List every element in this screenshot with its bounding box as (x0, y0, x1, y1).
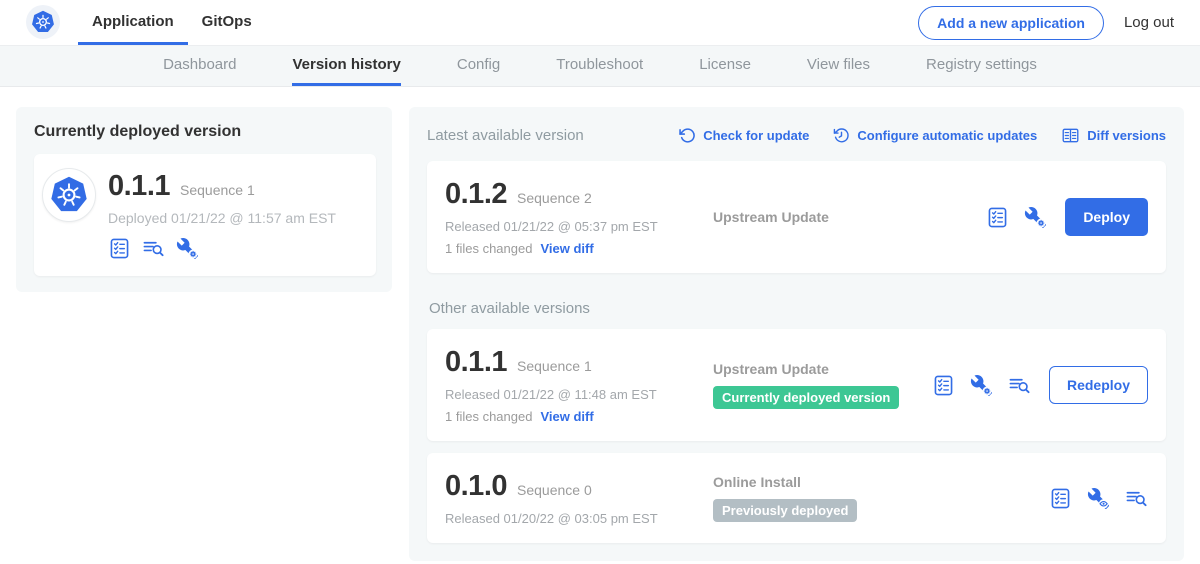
subnav-tab-view-files[interactable]: View files (807, 46, 870, 86)
add-application-button[interactable]: Add a new application (918, 6, 1104, 40)
currently-deployed-badge: Currently deployed version (713, 386, 899, 409)
tab-application[interactable]: Application (78, 0, 188, 45)
subnav-tab-license[interactable]: License (699, 46, 751, 86)
refresh-icon (679, 127, 696, 144)
released-timestamp: Released 01/20/22 @ 03:05 pm EST (445, 511, 697, 526)
deploy-logs-icon[interactable] (142, 237, 165, 260)
logout-link[interactable]: Log out (1124, 14, 1174, 31)
diff-versions-label: Diff versions (1087, 128, 1166, 143)
config-gear-icon[interactable] (970, 374, 993, 397)
schedule-update-icon (833, 127, 850, 144)
other-versions-heading: Other available versions (429, 300, 1166, 317)
deployed-version-card: 0.1.1 Sequence 1 Deployed 01/21/22 @ 11:… (34, 154, 376, 276)
top-navbar: Application GitOps Add a new application… (0, 0, 1200, 46)
redeploy-button[interactable]: Redeploy (1049, 366, 1148, 404)
source-label: Online Install (713, 474, 1049, 490)
deploy-logs-icon[interactable] (1125, 487, 1148, 510)
files-changed-row: 1 files changed View diff (445, 409, 697, 424)
deployed-sequence-label: Sequence 1 (180, 182, 255, 198)
check-for-update-link[interactable]: Check for update (679, 127, 809, 144)
view-diff-link[interactable]: View diff (540, 409, 593, 424)
subnav-tab-troubleshoot[interactable]: Troubleshoot (556, 46, 643, 86)
subnav-tab-registry-settings[interactable]: Registry settings (926, 46, 1037, 86)
version-info: 0.1.2 Sequence 2 Released 01/21/22 @ 05:… (445, 178, 697, 256)
diff-icon (1061, 126, 1080, 145)
source-label: Upstream Update (713, 361, 932, 377)
configure-automatic-updates-label: Configure automatic updates (857, 128, 1037, 143)
version-info: 0.1.0 Sequence 0 Released 01/20/22 @ 03:… (445, 470, 697, 526)
subnav-tab-config[interactable]: Config (457, 46, 500, 86)
sequence-label: Sequence 0 (517, 482, 592, 498)
version-history-panel: Latest available version Check for updat… (409, 107, 1184, 561)
deployed-version-number: 0.1.1 (108, 170, 170, 203)
currently-deployed-title: Currently deployed version (34, 123, 376, 141)
top-tabs: Application GitOps (78, 0, 266, 45)
configure-automatic-updates-link[interactable]: Configure automatic updates (833, 127, 1037, 144)
preflight-checks-icon[interactable] (932, 374, 955, 397)
version-actions: Check for update Configure automatic upd… (679, 126, 1166, 145)
version-card-0-1-0: 0.1.0 Sequence 0 Released 01/20/22 @ 03:… (427, 453, 1166, 543)
version-actions-group (1049, 487, 1148, 510)
sequence-label: Sequence 1 (517, 358, 592, 374)
version-card-0-1-1: 0.1.1 Sequence 1 Released 01/21/22 @ 11:… (427, 329, 1166, 441)
app-subnav: Dashboard Version history Config Trouble… (0, 46, 1200, 87)
files-changed-label: 1 files changed (445, 241, 532, 256)
previously-deployed-badge: Previously deployed (713, 499, 857, 522)
kubernetes-logo[interactable] (26, 5, 60, 39)
deploy-button[interactable]: Deploy (1065, 198, 1148, 236)
preflight-checks-icon[interactable] (108, 237, 131, 260)
subnav-tab-dashboard[interactable]: Dashboard (163, 46, 236, 86)
version-actions-group: Redeploy (932, 366, 1148, 404)
preflight-checks-icon[interactable] (1049, 487, 1072, 510)
deployed-timestamp: Deployed 01/21/22 @ 11:57 am EST (108, 210, 336, 226)
kubernetes-logo-icon (30, 9, 56, 35)
diff-versions-link[interactable]: Diff versions (1061, 126, 1166, 145)
check-for-update-label: Check for update (703, 128, 809, 143)
sequence-label: Sequence 2 (517, 190, 592, 206)
topnav-right: Add a new application Log out (918, 0, 1200, 45)
deployed-actions (108, 237, 336, 260)
deployed-version-details: 0.1.1 Sequence 1 Deployed 01/21/22 @ 11:… (108, 168, 336, 260)
latest-available-heading: Latest available version (427, 127, 584, 144)
version-source: Online Install Previously deployed (697, 474, 1049, 522)
version-number: 0.1.0 (445, 470, 507, 503)
files-changed-label: 1 files changed (445, 409, 532, 424)
config-gear-icon[interactable] (176, 237, 199, 260)
config-gear-icon[interactable] (1024, 206, 1047, 229)
deploy-logs-icon[interactable] (1008, 374, 1031, 397)
config-view-icon[interactable] (1087, 487, 1110, 510)
version-number: 0.1.2 (445, 178, 507, 211)
version-number: 0.1.1 (445, 346, 507, 379)
version-card-latest: 0.1.2 Sequence 2 Released 01/21/22 @ 05:… (427, 161, 1166, 273)
app-icon (42, 168, 96, 222)
subnav-tab-version-history[interactable]: Version history (292, 46, 400, 86)
latest-version-header: Latest available version Check for updat… (427, 121, 1166, 149)
released-timestamp: Released 01/21/22 @ 05:37 pm EST (445, 219, 697, 234)
currently-deployed-panel: Currently deployed version 0.1.1 Sequenc… (16, 107, 392, 292)
version-source: Upstream Update Currently deployed versi… (697, 361, 932, 409)
released-timestamp: Released 01/21/22 @ 11:48 am EST (445, 387, 697, 402)
version-actions-group: Deploy (986, 198, 1148, 236)
tab-gitops[interactable]: GitOps (188, 0, 266, 45)
version-info: 0.1.1 Sequence 1 Released 01/21/22 @ 11:… (445, 346, 697, 424)
kubernetes-app-icon (48, 174, 90, 216)
preflight-checks-icon[interactable] (986, 206, 1009, 229)
source-label: Upstream Update (713, 209, 986, 225)
files-changed-row: 1 files changed View diff (445, 241, 697, 256)
version-source: Upstream Update (697, 209, 986, 225)
main-content: Currently deployed version 0.1.1 Sequenc… (0, 107, 1200, 561)
view-diff-link[interactable]: View diff (540, 241, 593, 256)
